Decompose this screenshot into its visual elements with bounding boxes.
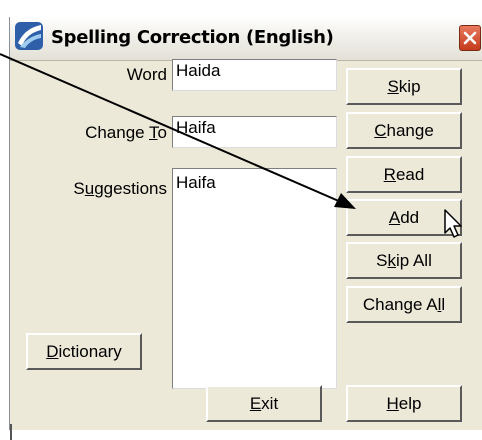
annotation-arrow bbox=[0, 53, 356, 209]
mouse-pointer-icon bbox=[444, 209, 462, 238]
